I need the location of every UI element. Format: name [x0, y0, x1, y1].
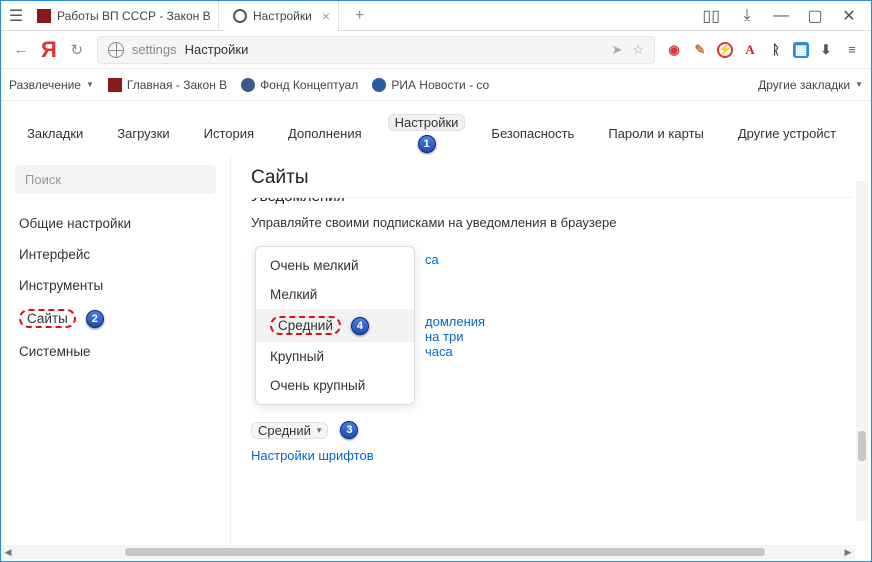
browser-tab[interactable]: Работы ВП СССР - Закон В [29, 1, 219, 31]
tab-devices[interactable]: Другие устройст [730, 120, 844, 147]
ext-letter-icon[interactable]: A [741, 41, 759, 59]
tab-passwords[interactable]: Пароли и карты [600, 120, 712, 147]
bookmark-item[interactable]: РИА Новости - со [372, 78, 489, 92]
settings-content: Поиск Общие настройки Интерфейс Инструме… [1, 155, 871, 555]
maximize-icon[interactable]: ▢ [808, 9, 822, 23]
bookmark-label: Развлечение [9, 78, 81, 92]
annotation-badge: 1 [418, 135, 436, 153]
window-pin-icon[interactable]: ⤓ [740, 9, 754, 23]
section-description: Управляйте своими подписками на уведомле… [251, 215, 851, 230]
bookmark-item[interactable]: Фонд Концептуал [241, 78, 358, 92]
back-icon[interactable]: ← [11, 41, 31, 58]
vertical-scrollbar[interactable] [856, 181, 868, 521]
dropdown-option[interactable]: Крупный [256, 342, 414, 371]
favicon-icon [37, 9, 51, 23]
ext-icon[interactable]: ◉ [665, 41, 683, 59]
bookmark-label: Другие закладки [758, 78, 850, 92]
favicon-icon [372, 78, 386, 92]
scrollbar-thumb[interactable] [858, 431, 866, 461]
reader-icon[interactable]: ▯▯ [702, 6, 720, 26]
dropdown-option-label: Средний [270, 316, 341, 335]
close-window-icon[interactable]: ✕ [842, 9, 856, 23]
dropdown-list: Очень мелкий Мелкий Средний 4 Крупный Оч… [255, 246, 415, 405]
download-icon[interactable]: ⬇ [817, 41, 835, 59]
tab-bookmarks[interactable]: Закладки [19, 120, 91, 147]
annotation-badge: 2 [86, 310, 104, 328]
font-size-dropdown: са домления на три часа Очень мелкий Мел… [255, 246, 415, 405]
tab-history[interactable]: История [196, 120, 262, 147]
dropdown-option-selected[interactable]: Средний 4 [256, 309, 414, 342]
window-titlebar: ☰ Работы ВП СССР - Закон В Настройки × +… [1, 1, 871, 31]
chevron-down-icon: ▼ [86, 80, 94, 89]
sidebar-item-general[interactable]: Общие настройки [1, 208, 230, 239]
bookmark-label: РИА Новости - со [391, 78, 489, 92]
address-title: Настройки [185, 42, 249, 57]
bookmark-star-icon[interactable]: ☆ [632, 42, 644, 58]
sidebar-item-system[interactable]: Системные [1, 336, 230, 367]
sidebar-search[interactable]: Поиск [15, 165, 216, 194]
minimize-icon[interactable]: — [774, 9, 788, 23]
section-heading: Сайты [251, 167, 851, 189]
sidebar-item-sites[interactable]: Сайты 2 [1, 301, 230, 336]
select-value: Средний [258, 423, 311, 438]
ext-flash-icon[interactable]: ⚡ [717, 42, 733, 58]
bookmarks-bar: Развлечение ▼ Главная - Закон В Фонд Кон… [1, 69, 871, 101]
sidebar-item-tools[interactable]: Инструменты [1, 270, 230, 301]
tab-addons[interactable]: Дополнения [280, 120, 370, 147]
extension-icons: ◉ ✎ ⚡ A ᚱ ▦ ⬇ ≡ [665, 41, 861, 59]
horizontal-scrollbar[interactable]: ◀ ▶ [1, 545, 855, 559]
scrollbar-thumb[interactable] [125, 548, 765, 556]
annotation-badge: 4 [351, 317, 369, 335]
ext-feather-icon[interactable]: ✎ [691, 41, 709, 59]
gear-icon [233, 9, 247, 23]
tab-security[interactable]: Безопасность [483, 120, 582, 147]
dropdown-option[interactable]: Мелкий [256, 280, 414, 309]
settings-main: Сайты Уведомления Управляйте своими подп… [231, 155, 871, 555]
reload-icon[interactable]: ↻ [67, 41, 87, 59]
favicon-icon [108, 78, 122, 92]
annotation-badge: 3 [340, 421, 358, 439]
tab-list-icon[interactable]: ☰ [9, 9, 23, 23]
sidebar-label: Сайты [19, 309, 76, 328]
other-bookmarks[interactable]: Другие закладки ▼ [758, 78, 863, 92]
bookmark-item[interactable]: Развлечение ▼ [9, 78, 94, 92]
yandex-logo-icon[interactable]: Я [41, 37, 57, 63]
ext-box-icon[interactable]: ▦ [793, 42, 809, 58]
tab-settings[interactable]: Настройки [388, 114, 466, 131]
address-path: settings [132, 42, 177, 57]
settings-tabs: Закладки Загрузки История Дополнения Нас… [1, 111, 871, 155]
ext-translate-icon[interactable]: ᚱ [767, 41, 785, 59]
bookmark-label: Главная - Закон В [127, 78, 227, 92]
partial-link[interactable]: са [425, 252, 439, 267]
address-bar[interactable]: settings Настройки ➤ ☆ [97, 36, 655, 64]
font-size-select[interactable]: Средний ▾ [251, 422, 328, 439]
favicon-icon [241, 78, 255, 92]
tab-title: Работы ВП СССР - Закон В [57, 9, 211, 23]
globe-icon [108, 42, 124, 58]
scroll-left-icon[interactable]: ◀ [1, 547, 15, 558]
dropdown-option[interactable]: Очень мелкий [256, 251, 414, 280]
subsection-heading-cut: Уведомления [251, 197, 345, 205]
browser-tab-active[interactable]: Настройки × [225, 1, 339, 31]
dropdown-option[interactable]: Очень крупный [256, 371, 414, 400]
scroll-right-icon[interactable]: ▶ [841, 547, 855, 558]
close-tab-icon[interactable]: × [322, 8, 330, 24]
tab-title: Настройки [253, 9, 312, 23]
chevron-down-icon: ▼ [855, 80, 863, 89]
sidebar-item-interface[interactable]: Интерфейс [1, 239, 230, 270]
menu-icon[interactable]: ≡ [843, 41, 861, 59]
bookmark-label: Фонд Концептуал [260, 78, 358, 92]
new-tab-button[interactable]: + [345, 7, 374, 25]
font-settings-link[interactable]: Настройки шрифтов [251, 448, 374, 463]
bookmark-item[interactable]: Главная - Закон В [108, 78, 227, 92]
chevron-down-icon: ▾ [317, 425, 322, 436]
settings-sidebar: Поиск Общие настройки Интерфейс Инструме… [1, 155, 231, 555]
partial-link[interactable]: домления на три часа [425, 314, 485, 359]
browser-toolbar: ← Я ↻ settings Настройки ➤ ☆ ◉ ✎ ⚡ A ᚱ ▦… [1, 31, 871, 69]
send-icon[interactable]: ➤ [611, 42, 622, 58]
tab-downloads[interactable]: Загрузки [109, 120, 177, 147]
